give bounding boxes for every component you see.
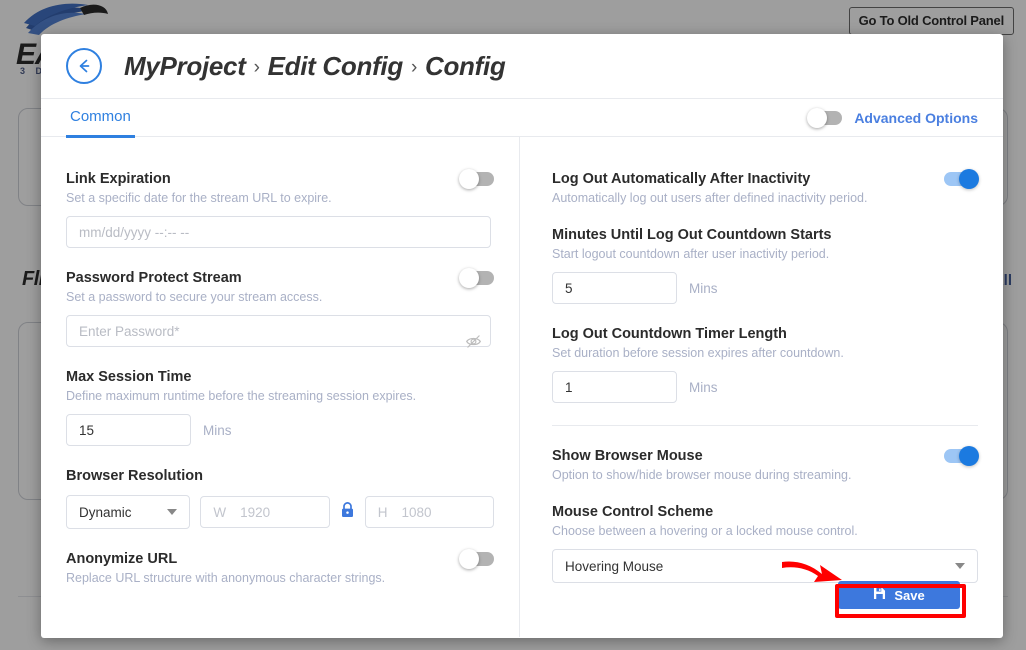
anonymize-url-label: Anonymize URL [66,551,177,567]
log-out-automatically-help: Automatically log out users after define… [552,191,978,205]
advanced-options-toggle[interactable] [808,111,842,125]
save-button[interactable]: Save [838,581,960,609]
arrow-left-circle-icon[interactable] [66,48,102,84]
edit-config-dialog: MyProject › Edit Config › Config Common … [41,34,1003,638]
link-expiration-date-input[interactable]: mm/dd/yyyy --:-- -- [66,216,491,248]
max-session-time-input[interactable]: 15 [66,414,191,446]
log-out-automatically-label: Log Out Automatically After Inactivity [552,171,810,187]
anonymize-url-toggle[interactable] [460,552,494,566]
dialog-tabbar: Common Advanced Options [41,99,1003,137]
field-browser-resolution: Browser Resolution Dynamic W 1920 [66,468,494,529]
logout-countdown-unit: Mins [689,380,718,395]
minutes-until-logout-help: Start logout countdown after user inacti… [552,247,978,261]
breadcrumb-item-project[interactable]: MyProject [124,51,246,82]
chevron-down-icon [167,509,177,515]
field-show-browser-mouse: Show Browser Mouse Option to show/hide b… [552,448,978,482]
browser-height-input[interactable]: H 1080 [365,496,494,528]
dialog-header: MyProject › Edit Config › Config [41,34,1003,99]
chevron-down-icon [955,563,965,569]
link-expiration-help: Set a specific date for the stream URL t… [66,191,494,205]
field-link-expiration: Link Expiration Set a specific date for … [66,171,494,248]
breadcrumb-item-config: Config [425,51,506,82]
toggle-knob [959,446,979,466]
mouse-control-scheme-label: Mouse Control Scheme [552,504,978,520]
floppy-disk-save-icon [873,587,886,603]
browser-width-input[interactable]: W 1920 [200,496,329,528]
width-placeholder: 1920 [240,505,270,520]
link-expiration-label: Link Expiration [66,171,171,187]
toggle-knob [459,169,479,189]
lock-closed-icon[interactable] [340,501,355,524]
anonymize-url-help: Replace URL structure with anonymous cha… [66,571,494,585]
dialog-body: Link Expiration Set a specific date for … [41,137,1003,637]
field-minutes-until-logout: Minutes Until Log Out Countdown Starts S… [552,227,978,304]
password-input-wrapper: Enter Password* [66,315,494,347]
browser-resolution-select[interactable]: Dynamic [66,495,190,529]
minutes-until-logout-unit: Mins [689,281,718,296]
browser-resolution-selected-value: Dynamic [79,505,132,520]
breadcrumb: MyProject › Edit Config › Config [124,51,505,82]
show-browser-mouse-label: Show Browser Mouse [552,448,703,464]
minutes-until-logout-row: 5 Mins [552,272,978,304]
breadcrumb-separator-icon: › [411,57,417,79]
toggle-knob [807,108,827,128]
password-protect-help: Set a password to secure your stream acc… [66,290,494,304]
minutes-until-logout-label: Minutes Until Log Out Countdown Starts [552,227,978,243]
field-log-out-automatically: Log Out Automatically After Inactivity A… [552,171,978,205]
show-browser-mouse-toggle[interactable] [944,449,978,463]
browser-resolution-label: Browser Resolution [66,468,494,484]
logout-countdown-help: Set duration before session expires afte… [552,346,978,360]
max-session-time-help: Define maximum runtime before the stream… [66,389,494,403]
password-protect-toggle[interactable] [460,271,494,285]
breadcrumb-item-edit-config[interactable]: Edit Config [268,51,403,82]
advanced-options-label[interactable]: Advanced Options [854,110,978,126]
left-settings-column: Link Expiration Set a specific date for … [41,137,519,637]
toggle-knob [459,549,479,569]
width-tag: W [213,505,226,520]
max-session-time-label: Max Session Time [66,369,494,385]
eye-off-icon[interactable] [465,333,482,355]
mouse-control-scheme-select[interactable]: Hovering Mouse [552,549,978,583]
field-password-protect-stream: Password Protect Stream Set a password t… [66,270,494,347]
password-protect-label: Password Protect Stream [66,270,242,286]
mouse-control-scheme-selected-value: Hovering Mouse [565,559,663,574]
breadcrumb-separator-icon: › [254,57,260,79]
right-column-divider [552,425,978,426]
tab-common[interactable]: Common [66,108,135,138]
log-out-automatically-toggle[interactable] [944,172,978,186]
right-settings-column: Log Out Automatically After Inactivity A… [519,137,1003,637]
height-placeholder: 1080 [401,505,431,520]
max-session-time-unit: Mins [203,423,232,438]
logout-countdown-row: 1 Mins [552,371,978,403]
save-button-label: Save [894,588,924,603]
show-browser-mouse-help: Option to show/hide browser mouse during… [552,468,978,482]
field-max-session-time: Max Session Time Define maximum runtime … [66,369,494,446]
toggle-knob [959,169,979,189]
field-anonymize-url: Anonymize URL Replace URL structure with… [66,551,494,585]
browser-resolution-row: Dynamic W 1920 [66,495,494,529]
password-input[interactable]: Enter Password* [66,315,491,347]
field-mouse-control-scheme: Mouse Control Scheme Choose between a ho… [552,504,978,583]
logout-countdown-input[interactable]: 1 [552,371,677,403]
minutes-until-logout-input[interactable]: 5 [552,272,677,304]
logout-countdown-label: Log Out Countdown Timer Length [552,326,978,342]
max-session-time-row: 15 Mins [66,414,494,446]
field-logout-countdown-timer-length: Log Out Countdown Timer Length Set durat… [552,326,978,403]
height-tag: H [378,505,388,520]
advanced-options-control: Advanced Options [808,110,978,126]
toggle-knob [459,268,479,288]
link-expiration-toggle[interactable] [460,172,494,186]
mouse-control-scheme-help: Choose between a hovering or a locked mo… [552,524,978,538]
